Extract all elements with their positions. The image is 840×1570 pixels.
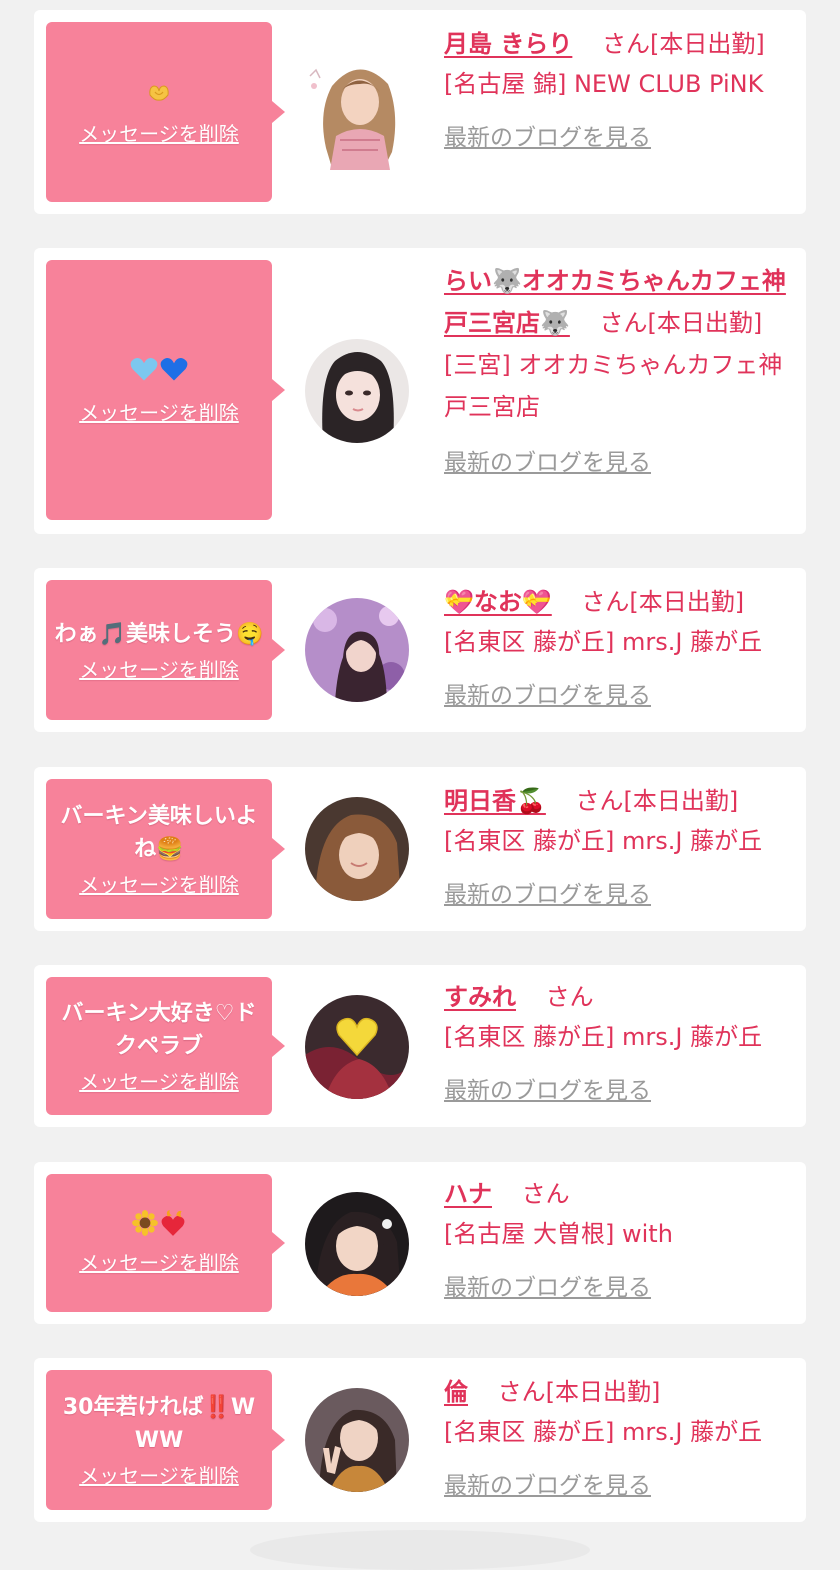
- status-badge: [本日出勤]: [545, 1378, 661, 1406]
- delete-message-link[interactable]: メッセージを削除: [79, 400, 239, 426]
- girl-info: 💝なお💝 さん[本日出勤] [名東区 藤が丘] mrs.J 藤が丘 最新のブログ…: [444, 582, 796, 716]
- delete-message-link[interactable]: メッセージを削除: [79, 1250, 239, 1276]
- shop-info: [名古屋 錦] NEW CLUB PiNK: [444, 70, 764, 98]
- message-text: [54, 1210, 264, 1244]
- message-card: わぁ🎵美味しそう🤤 メッセージを削除 💝なお💝 さん[本日出勤] [名東区 藤が…: [34, 568, 806, 732]
- sunflower-icon: [132, 1210, 158, 1236]
- shop-info: [名東区 藤が丘] mrs.J 藤が丘: [444, 827, 763, 855]
- honorific: さん: [575, 787, 624, 815]
- message-text: [54, 354, 264, 390]
- girl-info: 明日香🍒 さん[本日出勤] [名東区 藤が丘] mrs.J 藤が丘 最新のブログ…: [444, 781, 796, 915]
- latest-blog-link[interactable]: 最新のブログを見る: [444, 1466, 796, 1506]
- delete-message-link[interactable]: メッセージを削除: [79, 121, 239, 147]
- avatar[interactable]: [305, 1388, 409, 1492]
- girl-info: ハナ さん [名古屋 大曽根] with 最新のブログを見る: [444, 1174, 796, 1308]
- status-badge: [本日出勤]: [647, 309, 763, 337]
- girl-info: らい🐺オオカミちゃんカフェ神戸三宮店🐺 さん[本日出勤] [三宮] オオカミちゃ…: [444, 260, 796, 484]
- status-badge: [本日出勤]: [629, 588, 745, 616]
- avatar[interactable]: [305, 598, 409, 702]
- honorific: さん: [581, 588, 630, 616]
- latest-blog-link[interactable]: 最新のブログを見る: [444, 118, 796, 158]
- latest-blog-link[interactable]: 最新のブログを見る: [444, 442, 796, 484]
- message-text: [54, 78, 264, 111]
- message-bubble: バーキン大好き♡ドクペラブ メッセージを削除: [46, 977, 285, 1115]
- honorific: さん: [521, 1180, 570, 1208]
- honorific: さん: [497, 1378, 546, 1406]
- message-bubble: メッセージを削除: [46, 22, 285, 202]
- heart-hands-icon: [149, 84, 169, 101]
- avatar[interactable]: [305, 995, 409, 1099]
- shop-info: [三宮] オオカミちゃんカフェ神戸三宮店: [444, 351, 783, 421]
- latest-blog-link[interactable]: 最新のブログを見る: [444, 676, 796, 716]
- girl-name-link[interactable]: すみれ: [444, 983, 516, 1011]
- status-badge: [本日出勤]: [623, 787, 739, 815]
- message-bubble: 30年若ければ‼️WWW メッセージを削除: [46, 1370, 285, 1510]
- girl-name-link[interactable]: ハナ: [444, 1180, 492, 1208]
- message-card: 30年若ければ‼️WWW メッセージを削除 倫 さん[本日出勤] [名東区 藤が…: [34, 1358, 806, 1522]
- girl-name-link[interactable]: 倫: [444, 1378, 468, 1406]
- message-card: メッセージを削除 月島 きらり さん[本日出勤] [名古屋 錦] NEW CLU…: [34, 10, 806, 214]
- shop-info: [名東区 藤が丘] mrs.J 藤が丘: [444, 628, 763, 656]
- delete-message-link[interactable]: メッセージを削除: [79, 1463, 239, 1489]
- latest-blog-link[interactable]: 最新のブログを見る: [444, 875, 796, 915]
- status-badge: [本日出勤]: [650, 30, 765, 58]
- girl-info: 倫 さん[本日出勤] [名東区 藤が丘] mrs.J 藤が丘 最新のブログを見る: [444, 1372, 796, 1506]
- delete-message-link[interactable]: メッセージを削除: [79, 657, 239, 683]
- message-bubble: メッセージを削除: [46, 260, 285, 520]
- message-card: バーキン美味しいよね🍔 メッセージを削除 明日香🍒 さん[本日出勤] [名東区 …: [34, 767, 806, 931]
- message-card: バーキン大好き♡ドクペラブ メッセージを削除 すみれ さん [名東区 藤が丘] …: [34, 965, 806, 1127]
- heart-on-fire-icon: [161, 1210, 185, 1236]
- message-text: バーキン美味しいよね🍔: [60, 804, 258, 862]
- blue-heart-icon: [160, 358, 188, 381]
- message-text: バーキン大好き♡ドクペラブ: [61, 1001, 257, 1059]
- message-card: メッセージを削除 ハナ さん [名古屋 大曽根] with 最新のブログを見る: [34, 1162, 806, 1324]
- latest-blog-link[interactable]: 最新のブログを見る: [444, 1071, 796, 1111]
- girl-info: 月島 きらり さん[本日出勤] [名古屋 錦] NEW CLUB PiNK 最新…: [444, 24, 796, 158]
- avatar[interactable]: [305, 1192, 409, 1296]
- honorific: さん: [545, 983, 594, 1011]
- latest-blog-link[interactable]: 最新のブログを見る: [444, 1268, 796, 1308]
- honorific: さん: [602, 30, 650, 58]
- girl-name-link[interactable]: 明日香🍒: [444, 787, 546, 815]
- message-text: わぁ🎵美味しそう🤤: [54, 621, 264, 647]
- avatar[interactable]: [305, 797, 409, 901]
- shop-info: [名東区 藤が丘] mrs.J 藤が丘: [444, 1023, 763, 1051]
- message-card: メッセージを削除 らい🐺オオカミちゃんカフェ神戸三宮店🐺 さん[本日出勤] [三…: [34, 248, 806, 534]
- scroll-shadow: [250, 1530, 590, 1570]
- girl-info: すみれ さん [名東区 藤が丘] mrs.J 藤が丘 最新のブログを見る: [444, 977, 796, 1111]
- shop-info: [名東区 藤が丘] mrs.J 藤が丘: [444, 1418, 763, 1446]
- shop-info: [名古屋 大曽根] with: [444, 1220, 673, 1248]
- message-bubble: わぁ🎵美味しそう🤤 メッセージを削除: [46, 580, 285, 720]
- girl-name-link[interactable]: 💝なお💝: [444, 588, 552, 616]
- message-bubble: メッセージを削除: [46, 1174, 285, 1312]
- honorific: さん: [599, 309, 648, 337]
- delete-message-link[interactable]: メッセージを削除: [79, 872, 239, 898]
- delete-message-link[interactable]: メッセージを削除: [79, 1069, 239, 1095]
- message-text: 30年若ければ‼️WWW: [62, 1395, 256, 1453]
- girl-name-link[interactable]: 月島 きらり: [444, 30, 572, 58]
- avatar[interactable]: [302, 56, 416, 170]
- light-blue-heart-icon: [130, 358, 158, 381]
- avatar[interactable]: [305, 339, 409, 443]
- message-bubble: バーキン美味しいよね🍔 メッセージを削除: [46, 779, 285, 919]
